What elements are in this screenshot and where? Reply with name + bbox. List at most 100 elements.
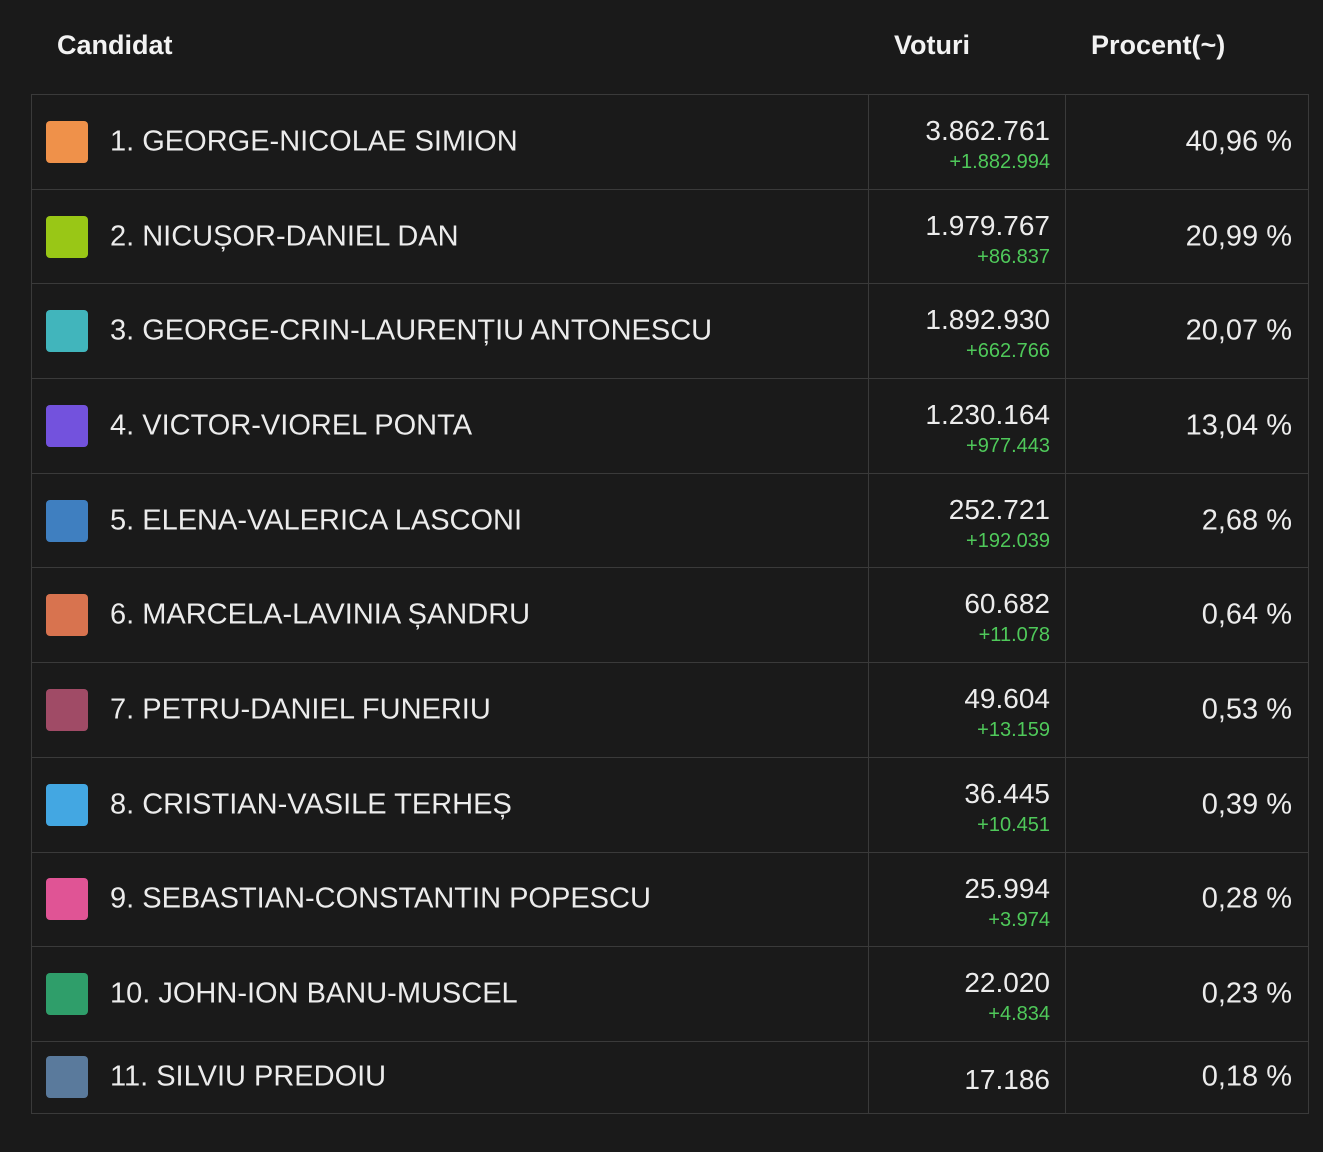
votes-delta: +10.451 xyxy=(977,813,1050,836)
percent-value: 0,53 % xyxy=(1201,693,1292,726)
header-percent[interactable]: Procent(~) xyxy=(1091,30,1225,61)
votes-value: 17.186 xyxy=(964,1063,1050,1095)
party-color-swatch xyxy=(46,310,88,353)
party-color-swatch xyxy=(46,594,88,637)
percent-value: 0,18 % xyxy=(1201,1060,1292,1093)
party-color-swatch xyxy=(46,1056,88,1099)
votes-value: 60.682 xyxy=(964,588,1050,620)
percent-cell: 0,28 % xyxy=(1066,853,1308,947)
party-color-swatch xyxy=(46,404,88,447)
votes-cell: 60.682 +11.078 xyxy=(869,568,1066,663)
percent-cell: 0,53 % xyxy=(1066,663,1308,757)
percent-value: 0,23 % xyxy=(1201,977,1292,1010)
party-color-swatch xyxy=(46,783,88,826)
votes-value: 36.445 xyxy=(964,777,1050,809)
votes-cell: 49.604 +13.159 xyxy=(869,663,1066,757)
votes-delta: +192.039 xyxy=(966,529,1050,552)
votes-value: 22.020 xyxy=(964,967,1050,999)
percent-value: 13,04 % xyxy=(1185,409,1292,442)
votes-cell: 17.186 xyxy=(869,1041,1066,1113)
candidate-name: 1. GEORGE-NICOLAE SIMION xyxy=(110,125,518,158)
votes-value: 25.994 xyxy=(964,872,1050,904)
votes-delta: +11.078 xyxy=(978,624,1050,647)
votes-cell: 1.979.767 +86.837 xyxy=(869,189,1066,284)
votes-cell: 1.892.930 +662.766 xyxy=(869,284,1066,379)
votes-delta: +3.974 xyxy=(988,908,1050,931)
candidate-name: 10. JOHN-ION BANU-MUSCEL xyxy=(110,977,518,1010)
votes-value: 3.862.761 xyxy=(925,115,1050,146)
table-header: Candidat Voturi Procent(~) xyxy=(0,0,1323,95)
percent-cell: 13,04 % xyxy=(1066,379,1308,473)
candidate-name: 11. SILVIU PREDOIU xyxy=(110,1060,387,1093)
candidate-cell: 9. SEBASTIAN-CONSTANTIN POPESCU xyxy=(32,852,869,947)
percent-value: 0,28 % xyxy=(1201,882,1292,915)
candidate-name: 8. CRISTIAN-VASILE TERHEȘ xyxy=(110,788,512,821)
table-row[interactable]: 2. NICUȘOR-DANIEL DAN 1.979.767 +86.837 20,… xyxy=(32,189,1308,285)
candidate-cell: 11. SILVIU PREDOIU xyxy=(32,1041,869,1113)
candidate-cell: 7. PETRU-DANIEL FUNERIU xyxy=(32,663,869,757)
candidate-name: 9. SEBASTIAN-CONSTANTIN POPESCU xyxy=(110,882,651,915)
percent-value: 2,68 % xyxy=(1201,504,1292,537)
table-row[interactable]: 10. JOHN-ION BANU-MUSCEL 22.020 +4.834 0,23… xyxy=(32,947,1308,1042)
candidate-cell: 10. JOHN-ION BANU-MUSCEL xyxy=(32,947,869,1041)
candidate-name: 6. MARCELA-LAVINIA ȘANDRU xyxy=(110,598,531,631)
votes-cell: 36.445 +10.451 xyxy=(869,757,1066,852)
votes-cell: 252.721 +192.039 xyxy=(869,473,1066,568)
party-color-swatch xyxy=(46,878,88,921)
votes-delta: +4.834 xyxy=(988,1003,1050,1026)
votes-value: 252.721 xyxy=(948,493,1050,525)
candidate-cell: 1. GEORGE-NICOLAE SIMION xyxy=(32,95,869,189)
votes-delta: +662.766 xyxy=(966,340,1050,363)
candidate-name: 7. PETRU-DANIEL FUNERIU xyxy=(110,693,491,726)
percent-cell: 0,23 % xyxy=(1066,947,1308,1041)
candidate-name: 3. GEORGE-CRIN-LAURENȚIU ANTONESCU xyxy=(110,314,713,347)
percent-cell: 0,18 % xyxy=(1066,1042,1308,1113)
percent-cell: 20,99 % xyxy=(1066,190,1308,284)
party-color-swatch xyxy=(46,215,88,258)
table-row[interactable]: 1. GEORGE-NICOLAE SIMION 3.862.761 +1.882.… xyxy=(32,95,1308,190)
candidate-name: 5. ELENA-VALERICA LASCONI xyxy=(110,504,523,537)
votes-delta: +13.159 xyxy=(977,719,1050,742)
percent-cell: 0,39 % xyxy=(1066,758,1308,852)
table-row[interactable]: 9. SEBASTIAN-CONSTANTIN POPESCU 25.994 +3.… xyxy=(32,852,1308,948)
percent-value: 0,39 % xyxy=(1201,788,1292,821)
percent-value: 20,99 % xyxy=(1185,220,1292,253)
percent-value: 20,07 % xyxy=(1185,314,1292,347)
votes-cell: 25.994 +3.974 xyxy=(869,852,1066,947)
header-votes[interactable]: Voturi xyxy=(894,30,970,61)
votes-value: 49.604 xyxy=(964,683,1050,715)
candidate-name: 2. NICUȘOR-DANIEL DAN xyxy=(110,220,459,253)
votes-value: 1.979.767 xyxy=(925,209,1050,241)
results-table: 1. GEORGE-NICOLAE SIMION 3.862.761 +1.882.… xyxy=(31,94,1309,1114)
votes-value: 1.892.930 xyxy=(925,304,1050,336)
table-row[interactable]: 6. MARCELA-LAVINIA ȘANDRU 60.682 +11.078 0,… xyxy=(32,568,1308,664)
table-row[interactable]: 3. GEORGE-CRIN-LAURENȚIU ANTONESCU 1.892.… xyxy=(32,284,1308,380)
candidate-name: 4. VICTOR-VIOREL PONTA xyxy=(110,409,473,442)
candidate-cell: 2. NICUȘOR-DANIEL DAN xyxy=(32,189,869,284)
table-row[interactable]: 7. PETRU-DANIEL FUNERIU 49.604 +13.159 0,53… xyxy=(32,663,1308,758)
votes-cell: 22.020 +4.834 xyxy=(869,947,1066,1041)
party-color-swatch xyxy=(46,120,88,163)
table-row[interactable]: 11. SILVIU PREDOIU 17.186 0,18 % xyxy=(32,1041,1308,1113)
candidate-cell: 4. VICTOR-VIOREL PONTA xyxy=(32,379,869,473)
table-row[interactable]: 8. CRISTIAN-VASILE TERHEȘ 36.445 +10.451 0,… xyxy=(32,757,1308,853)
table-row[interactable]: 5. ELENA-VALERICA LASCONI 252.721 +192.039… xyxy=(32,473,1308,569)
party-color-swatch xyxy=(46,688,88,731)
percent-cell: 0,64 % xyxy=(1066,568,1308,662)
percent-value: 0,64 % xyxy=(1201,598,1292,631)
votes-delta: +1.882.994 xyxy=(949,151,1050,173)
candidate-cell: 8. CRISTIAN-VASILE TERHEȘ xyxy=(32,757,869,852)
votes-cell: 1.230.164 +977.443 xyxy=(869,379,1066,473)
candidate-cell: 5. ELENA-VALERICA LASCONI xyxy=(32,473,869,568)
header-candidate[interactable]: Candidat xyxy=(57,30,173,61)
percent-value: 40,96 % xyxy=(1185,125,1292,158)
percent-cell: 20,07 % xyxy=(1066,284,1308,378)
table-row[interactable]: 4. VICTOR-VIOREL PONTA 1.230.164 +977.443 1… xyxy=(32,379,1308,474)
party-color-swatch xyxy=(46,499,88,542)
candidate-cell: 3. GEORGE-CRIN-LAURENȚIU ANTONESCU xyxy=(32,284,869,379)
votes-cell: 3.862.761 +1.882.994 xyxy=(869,95,1066,189)
votes-delta: +977.443 xyxy=(966,435,1050,458)
candidate-cell: 6. MARCELA-LAVINIA ȘANDRU xyxy=(32,568,869,663)
percent-cell: 40,96 % xyxy=(1066,95,1308,189)
votes-delta: +86.837 xyxy=(977,245,1050,268)
